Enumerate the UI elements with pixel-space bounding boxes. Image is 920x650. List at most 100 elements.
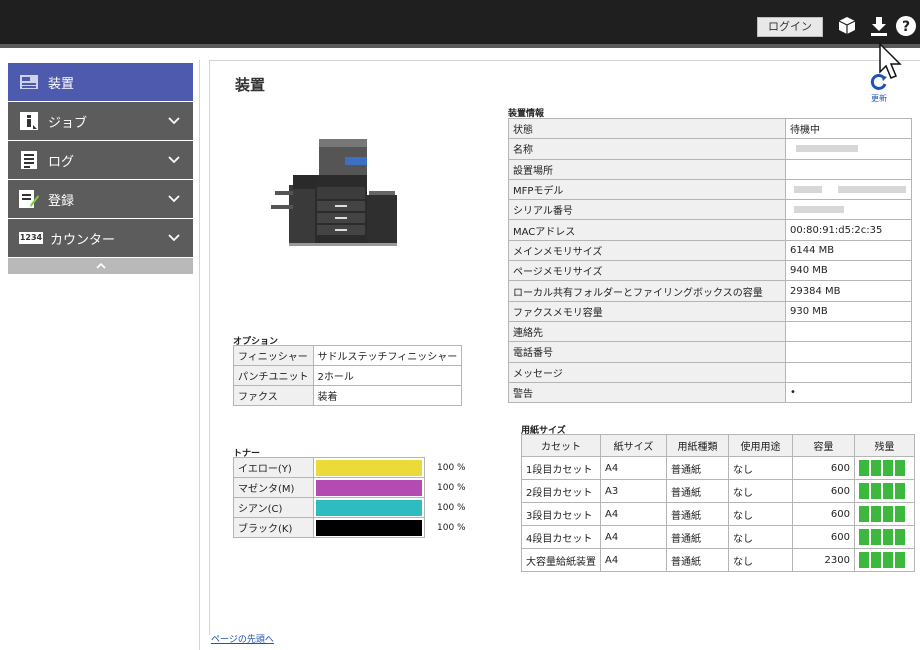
- use-cell: なし: [728, 548, 793, 572]
- info-value: [785, 361, 912, 383]
- sidebar-item-register[interactable]: 登録: [8, 180, 193, 218]
- chevron-down-icon: [168, 117, 180, 125]
- box-icon[interactable]: [836, 14, 858, 38]
- counter-icon-text: 1234: [18, 232, 44, 244]
- toner-percent: 100 %: [437, 522, 466, 533]
- mouse-cursor-icon: [879, 42, 902, 79]
- top-bar: ログイン ?: [0, 0, 920, 44]
- paper-level-segment: [895, 506, 905, 522]
- info-icon: [18, 112, 40, 130]
- table-row: ローカル共有フォルダーとファイリングボックスの容量 29384 MB: [508, 280, 912, 302]
- info-value: 940 MB: [785, 260, 912, 282]
- sidebar-item-device[interactable]: 装置: [8, 63, 193, 101]
- toner-table: イエロー(Y) 100 % マゼンタ(M) 100 % シアン(C) 100 %…: [233, 457, 471, 538]
- info-value: •: [785, 381, 912, 404]
- chevron-up-icon: [95, 262, 106, 269]
- info-value: 待機中: [785, 117, 912, 140]
- toner-bar-cell: [313, 497, 425, 518]
- log-icon: [18, 151, 40, 169]
- cassette-cell: 2段目カセット: [521, 479, 601, 503]
- toner-label: ブラック(K): [233, 517, 314, 538]
- top-bar-strip: [0, 44, 920, 48]
- table-row: 警告 •: [508, 381, 912, 404]
- table-row: 状態 待機中: [508, 117, 912, 140]
- table-row: ファクスメモリ容量 930 MB: [508, 300, 912, 322]
- toner-row: シアン(C) 100 %: [233, 497, 471, 518]
- info-value: [785, 341, 912, 363]
- download-icon[interactable]: [868, 14, 890, 38]
- option-value: サドルステッチフィニッシャー: [312, 345, 463, 366]
- paper-level-segment: [859, 483, 869, 499]
- toner-level-bar: [316, 499, 422, 516]
- cassette-cell: 1段目カセット: [521, 456, 601, 480]
- capacity-cell: 2300: [792, 548, 855, 572]
- table-row: メッセージ: [508, 361, 912, 383]
- type-cell: 普通紙: [666, 456, 729, 480]
- paper-level-segment: [859, 529, 869, 545]
- paper-level-segment: [883, 460, 893, 476]
- toner-label: マゼンタ(M): [233, 477, 314, 498]
- paper-level-segment: [871, 552, 881, 568]
- column-header: 用紙種類: [666, 434, 729, 457]
- toner-row: ブラック(K) 100 %: [233, 517, 471, 538]
- paper-level-indicator: [859, 460, 910, 476]
- paper-level-segment: [859, 552, 869, 568]
- toner-percent: 100 %: [437, 482, 466, 493]
- sidebar-item-label: 登録: [48, 193, 75, 209]
- paper-level-segment: [859, 460, 869, 476]
- option-label: フィニッシャー: [233, 345, 314, 366]
- capacity-cell: 600: [792, 525, 855, 549]
- level-cell: [854, 456, 915, 480]
- paper-level-indicator: [859, 483, 910, 499]
- info-label: ページメモリサイズ: [508, 260, 786, 282]
- paper-table: カセット 紙サイズ 用紙種類 使用用途 容量 残量 1段目カセット A4 普通紙…: [521, 434, 915, 572]
- type-cell: 普通紙: [666, 502, 729, 526]
- toner-bar-cell: [313, 477, 425, 498]
- table-header-row: カセット 紙サイズ 用紙種類 使用用途 容量 残量: [521, 434, 915, 457]
- toner-label: シアン(C): [233, 497, 314, 518]
- table-row: パンチユニット 2ホール: [233, 365, 463, 386]
- table-row: 名称: [508, 138, 912, 160]
- page-top-link[interactable]: ページの先頭へ: [211, 632, 274, 645]
- table-row: メインメモリサイズ 6144 MB: [508, 239, 912, 262]
- capacity-cell: 600: [792, 479, 855, 503]
- sidebar-item-counter[interactable]: 1234 カウンター: [8, 219, 193, 257]
- type-cell: 普通紙: [666, 479, 729, 503]
- level-cell: [854, 525, 915, 549]
- sidebar-item-label: ログ: [48, 154, 75, 170]
- table-row: 2段目カセット A3 普通紙 なし 600: [521, 479, 915, 503]
- info-label: MFPモデル: [508, 178, 786, 201]
- info-label: メインメモリサイズ: [508, 239, 786, 262]
- device-info-table: 状態 待機中 名称 設置場所 MFPモデル シリアル番号 MACアドレス 00:80…: [508, 117, 912, 404]
- sidebar-item-label: 装置: [48, 76, 75, 92]
- paper-level-segment: [883, 529, 893, 545]
- table-row: 設置場所: [508, 158, 912, 180]
- sidebar-item-log[interactable]: ログ: [8, 141, 193, 179]
- capacity-cell: 600: [792, 456, 855, 480]
- paper-level-segment: [895, 483, 905, 499]
- login-button[interactable]: ログイン: [757, 17, 823, 37]
- size-cell: A3: [600, 479, 667, 503]
- toner-bar-cell: [313, 517, 425, 538]
- info-value: 6144 MB: [785, 239, 912, 262]
- info-label: 状態: [508, 117, 786, 140]
- paper-level-segment: [883, 483, 893, 499]
- sidebar-item-job[interactable]: ジョブ: [8, 102, 193, 140]
- svg-text:?: ?: [902, 19, 910, 35]
- sidebar-collapse-button[interactable]: [8, 258, 193, 274]
- info-label: 電話番号: [508, 341, 786, 363]
- paper-level-indicator: [859, 506, 910, 522]
- column-header: 使用用途: [728, 434, 793, 457]
- paper-level-segment: [883, 552, 893, 568]
- help-icon[interactable]: ?: [895, 14, 917, 38]
- sidebar-item-label: カウンター: [50, 232, 116, 248]
- table-row: 3段目カセット A4 普通紙 なし 600: [521, 502, 915, 526]
- toner-percent: 100 %: [437, 502, 466, 513]
- info-label: ローカル共有フォルダーとファイリングボックスの容量: [508, 280, 786, 302]
- info-label: ファクスメモリ容量: [508, 300, 786, 322]
- table-row: MFPモデル: [508, 178, 912, 201]
- table-row: シリアル番号: [508, 199, 912, 221]
- paper-level-indicator: [859, 529, 910, 545]
- use-cell: なし: [728, 456, 793, 480]
- options-table: フィニッシャー サドルステッチフィニッシャー パンチユニット 2ホール ファクス…: [233, 345, 463, 406]
